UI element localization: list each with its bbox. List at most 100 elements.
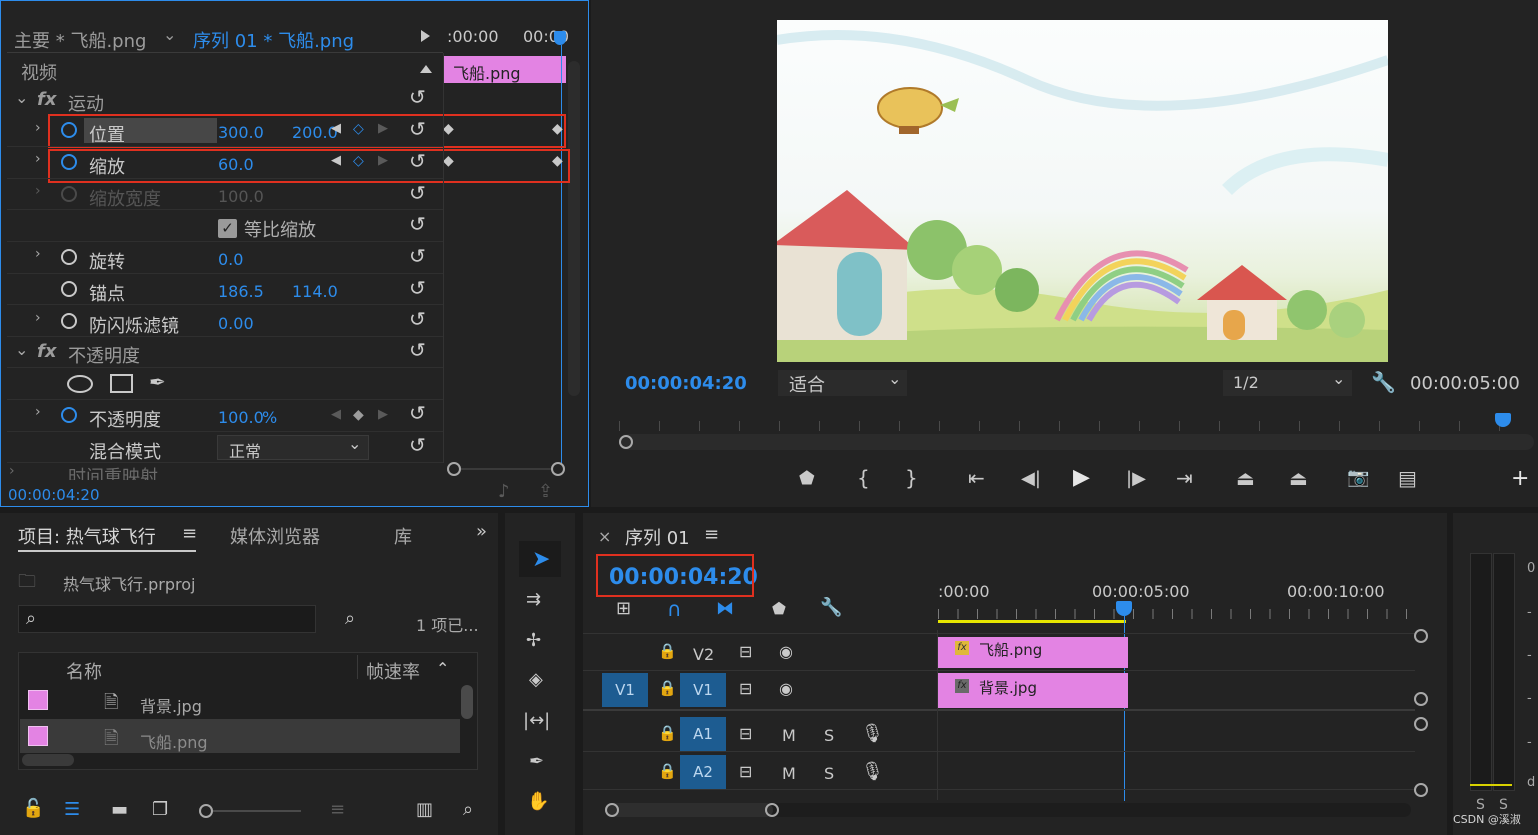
work-area-bar[interactable] (938, 620, 1126, 623)
solo-button[interactable]: S (824, 726, 834, 745)
extract-icon[interactable]: ⏏ (1289, 466, 1308, 490)
column-name[interactable]: 名称 (66, 658, 102, 684)
lock-icon[interactable]: 🔒 (658, 679, 677, 697)
collapse-up-icon[interactable] (420, 65, 432, 73)
reset-icon[interactable]: ↺ (409, 433, 426, 457)
reset-icon[interactable]: ↺ (409, 212, 426, 236)
go-to-out-icon[interactable]: ⇥ (1176, 466, 1193, 490)
antiflicker-value[interactable]: 0.00 (218, 314, 254, 333)
wrench-icon[interactable]: 🔧 (1371, 370, 1396, 394)
chevron-down-icon[interactable]: ⌄ (15, 88, 28, 107)
track-target-a2[interactable]: A2 (680, 755, 726, 789)
new-bin-search-icon[interactable]: ⌕ (345, 608, 355, 629)
automate-icon[interactable]: ▥ (416, 799, 433, 820)
add-marker-icon[interactable]: ⬟ (772, 599, 786, 618)
microphone-icon[interactable]: 🎙 (861, 761, 884, 782)
vscroll-handle[interactable] (1414, 783, 1428, 797)
keyframe-icon[interactable]: ◆ (552, 153, 563, 169)
overflow-icon[interactable]: » (476, 521, 487, 542)
pen-mask-icon[interactable]: ✒ (149, 370, 166, 394)
ec-timecode[interactable]: 00:00:04:20 (8, 486, 100, 504)
ec-scrollbar[interactable] (568, 61, 580, 396)
scrubber-track[interactable] (619, 434, 1534, 450)
eye-icon[interactable]: ◉ (779, 679, 793, 698)
reset-icon[interactable]: ↺ (409, 307, 426, 331)
toggle-sync-icon[interactable]: ⊟ (739, 679, 752, 698)
snap-icon[interactable]: ∩ (667, 597, 682, 621)
slip-icon[interactable]: |↔| (523, 710, 550, 731)
chevron-right-icon[interactable]: › (35, 183, 41, 199)
add-keyframe-icon[interactable]: ◆ (353, 407, 364, 423)
lock-icon[interactable]: 🔒 (658, 762, 677, 780)
list-view-icon[interactable]: ☰ (64, 799, 80, 820)
chevron-down-icon[interactable]: ⌄ (163, 25, 176, 44)
mark-out-icon[interactable]: } (905, 466, 918, 490)
vscroll-handle[interactable] (1414, 717, 1428, 731)
next-keyframe-icon[interactable]: ▶ (378, 407, 388, 422)
sort-up-icon[interactable]: ⌃ (436, 659, 449, 678)
ec-zoom-track[interactable] (461, 468, 551, 470)
audio-only-icon[interactable]: ♪ (498, 481, 510, 502)
toggle-sync-icon[interactable]: ⊟ (739, 762, 752, 781)
chevron-right-icon[interactable]: › (35, 310, 41, 326)
solo-button[interactable]: S (824, 764, 834, 783)
list-item[interactable] (20, 683, 460, 717)
chevron-right-icon[interactable]: › (35, 120, 41, 136)
mute-button[interactable]: M (782, 764, 796, 783)
close-icon[interactable]: × (598, 527, 611, 546)
chevron-right-icon[interactable]: › (9, 463, 15, 477)
vscroll-handle[interactable] (1414, 692, 1428, 706)
track-select-icon[interactable]: ⇉ (526, 589, 541, 610)
hscroll-thumb[interactable] (605, 803, 773, 817)
reset-icon[interactable]: ↺ (409, 401, 426, 425)
playhead-marker[interactable] (554, 31, 566, 45)
go-to-in-icon[interactable]: ⇤ (968, 466, 985, 490)
reset-icon[interactable]: ↺ (409, 117, 426, 141)
label-color-swatch[interactable] (28, 690, 48, 710)
stopwatch-icon[interactable] (61, 407, 77, 423)
keyframe-icon[interactable]: ◆ (443, 121, 454, 137)
toggle-sync-icon[interactable]: ⊟ (739, 642, 752, 661)
track-target-a1[interactable]: A1 (680, 717, 726, 751)
reset-icon[interactable]: ↺ (409, 338, 426, 362)
add-button-icon[interactable]: + (1511, 466, 1529, 491)
play-triangle-icon[interactable] (421, 30, 430, 42)
ripple-edit-icon[interactable]: ✢ (526, 630, 541, 651)
uniform-scale-checkbox[interactable]: ✓ (218, 219, 237, 238)
sequence-tab[interactable]: 序列 01 (625, 524, 690, 550)
play-icon[interactable]: ▶ (1073, 465, 1090, 490)
reset-icon[interactable]: ↺ (409, 85, 426, 109)
anchor-y-value[interactable]: 114.0 (292, 282, 338, 301)
ruler-ticks[interactable] (938, 609, 1415, 619)
toggle-sync-icon[interactable]: ⊟ (739, 724, 752, 743)
keyframe-icon[interactable]: ◆ (552, 121, 563, 137)
eye-icon[interactable]: ◉ (779, 642, 793, 661)
tab-master[interactable]: 主要 * 飞船.png (14, 27, 146, 53)
sort-icon[interactable]: ≡ (330, 799, 345, 820)
menu-icon[interactable]: ≡ (182, 523, 197, 544)
anchor-x-value[interactable]: 186.5 (218, 282, 264, 301)
pen-tool-icon[interactable]: ✒ (529, 751, 544, 772)
compare-icon[interactable]: ▤ (1398, 466, 1417, 490)
rectangle-mask-icon[interactable] (110, 374, 133, 393)
label-color-swatch[interactable] (28, 726, 48, 746)
search-input[interactable] (18, 605, 316, 633)
icon-view-icon[interactable]: ▬ (111, 799, 128, 820)
chevron-right-icon[interactable]: › (35, 404, 41, 420)
tab-library[interactable]: 库 (394, 523, 412, 549)
export-icon[interactable]: ⇪ (538, 481, 553, 502)
ec-zoom-handle-left[interactable] (447, 462, 461, 476)
list-hscrollbar[interactable] (22, 754, 74, 766)
find-icon[interactable]: ⌕ (463, 799, 473, 820)
tab-project[interactable]: 项目: 热气球飞行 (18, 523, 156, 549)
stopwatch-icon[interactable] (61, 313, 77, 329)
reset-icon[interactable]: ↺ (409, 181, 426, 205)
lock-icon[interactable]: 🔒 (658, 724, 677, 742)
tab-media-browser[interactable]: 媒体浏览器 (230, 523, 320, 549)
keyframe-icon[interactable]: ◆ (443, 153, 454, 169)
opacity-value[interactable]: 100.0 (218, 408, 264, 427)
camera-icon[interactable]: 📷 (1347, 467, 1369, 488)
nest-icon[interactable]: ⊞ (616, 598, 631, 619)
track-target-v1[interactable]: V1 (680, 673, 726, 707)
zoom-slider-track[interactable] (213, 810, 301, 812)
